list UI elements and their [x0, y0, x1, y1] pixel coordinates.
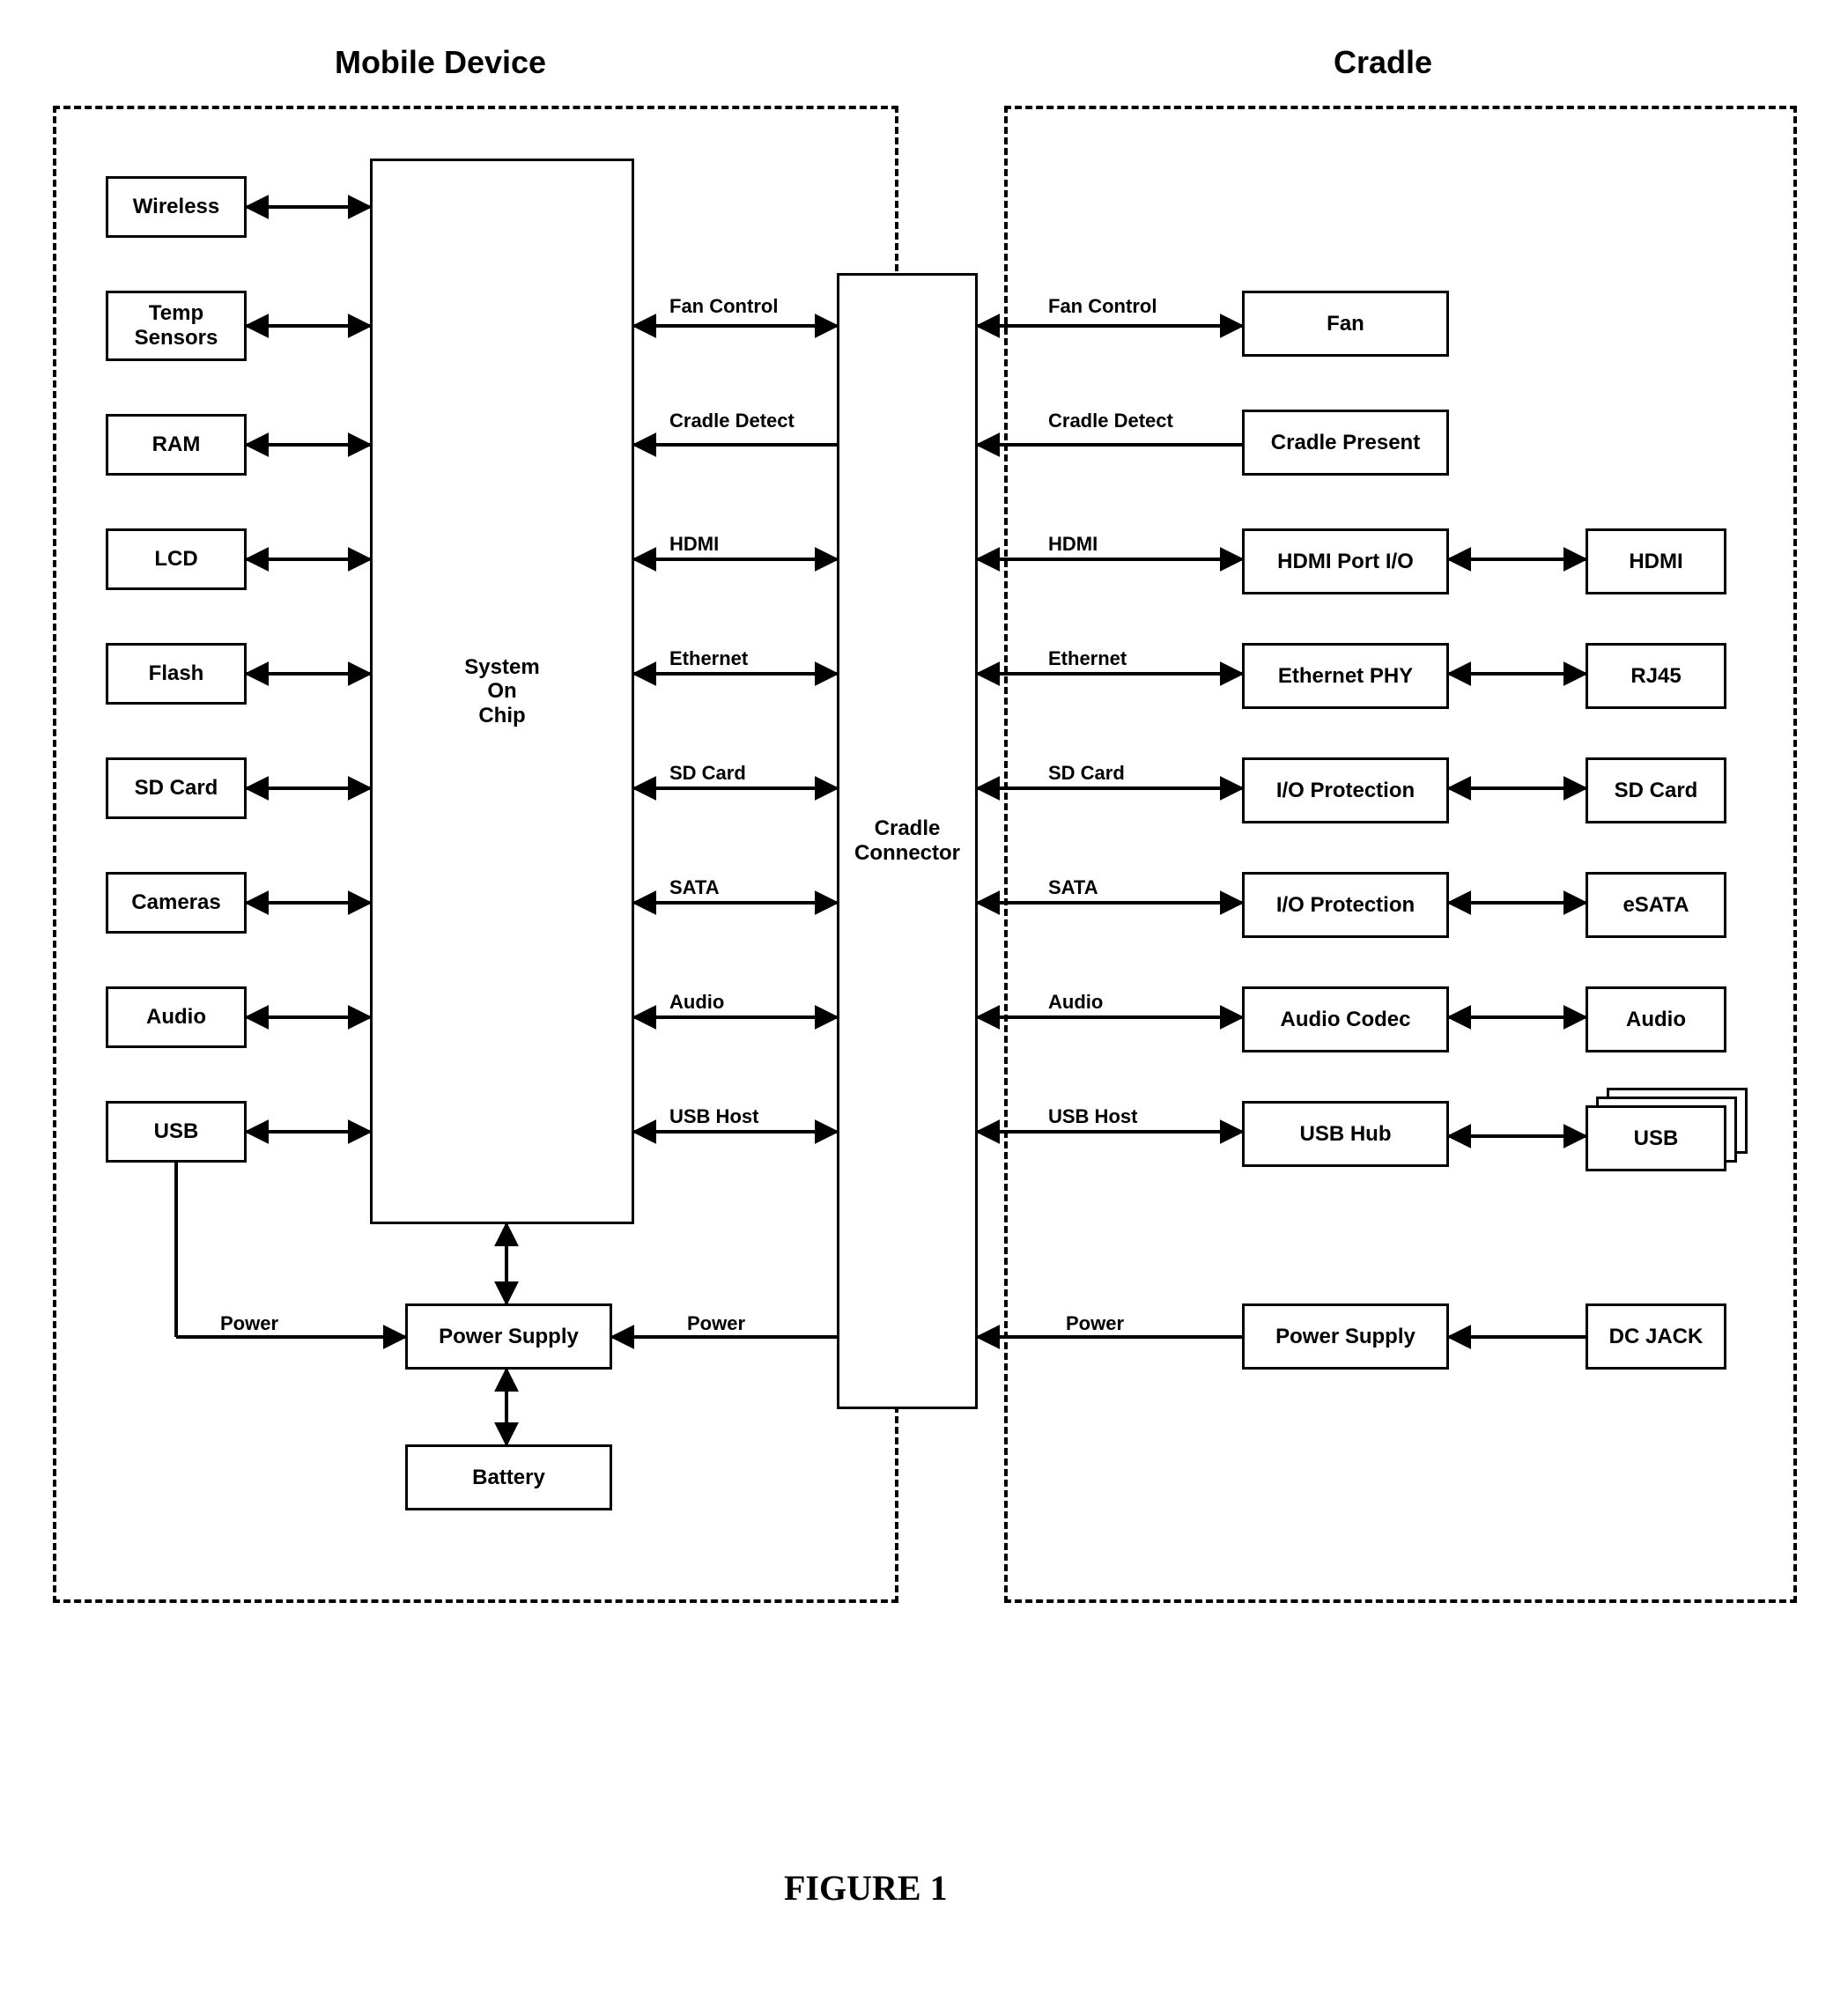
- block-cameras: Cameras: [106, 872, 247, 934]
- cr-hdmi: HDMI: [1586, 528, 1726, 594]
- sig-usb-power: Power: [220, 1312, 278, 1335]
- title-mobile: Mobile Device: [308, 44, 573, 81]
- block-audio: Audio: [106, 986, 247, 1048]
- block-ram: RAM: [106, 414, 247, 476]
- sig-c-eth: Ethernet: [1048, 647, 1127, 670]
- cr-usb-stack: USB: [1586, 1088, 1744, 1176]
- block-flash: Flash: [106, 643, 247, 705]
- cr-esata: eSATA: [1586, 872, 1726, 938]
- sig-m-sd: SD Card: [669, 762, 746, 785]
- cblk-usb-hub: USB Hub: [1242, 1101, 1449, 1167]
- sig-c-power: Power: [1066, 1312, 1124, 1335]
- cblk-cradle-present: Cradle Present: [1242, 410, 1449, 476]
- sig-c-cradle-detect: Cradle Detect: [1048, 410, 1173, 432]
- sig-c-fan: Fan Control: [1048, 295, 1157, 318]
- cr-sdcard: SD Card: [1586, 757, 1726, 823]
- diagram-canvas: Mobile Device Cradle System On Chip Crad…: [35, 35, 1813, 1981]
- cr-rj45: RJ45: [1586, 643, 1726, 709]
- sig-m-eth: Ethernet: [669, 647, 748, 670]
- cr-dcjack: DC JACK: [1586, 1303, 1726, 1370]
- sig-m-fan: Fan Control: [669, 295, 778, 318]
- block-usb: USB: [106, 1101, 247, 1163]
- sig-m-hdmi: HDMI: [669, 533, 719, 556]
- cblk-audio-codec: Audio Codec: [1242, 986, 1449, 1052]
- cblk-hdmi-port: HDMI Port I/O: [1242, 528, 1449, 594]
- sig-c-sd: SD Card: [1048, 762, 1125, 785]
- block-sdcard: SD Card: [106, 757, 247, 819]
- block-wireless: Wireless: [106, 176, 247, 238]
- cblk-ioprot2: I/O Protection: [1242, 872, 1449, 938]
- cr-usb: USB: [1586, 1105, 1726, 1171]
- block-temp-sensors: Temp Sensors: [106, 291, 247, 361]
- sig-m-power: Power: [687, 1312, 745, 1335]
- sig-c-hdmi: HDMI: [1048, 533, 1098, 556]
- cblk-eth-phy: Ethernet PHY: [1242, 643, 1449, 709]
- cradle-connector-block: Cradle Connector: [837, 273, 978, 1409]
- block-power-supply-mobile: Power Supply: [405, 1303, 612, 1370]
- sig-c-usbhost: USB Host: [1048, 1105, 1137, 1128]
- sig-m-cradle-detect: Cradle Detect: [669, 410, 795, 432]
- figure-caption: FIGURE 1: [784, 1867, 948, 1909]
- cblk-ioprot1: I/O Protection: [1242, 757, 1449, 823]
- sig-c-audio: Audio: [1048, 991, 1103, 1014]
- block-battery: Battery: [405, 1444, 612, 1510]
- cblk-power-supply: Power Supply: [1242, 1303, 1449, 1370]
- sig-c-sata: SATA: [1048, 876, 1098, 899]
- sig-m-sata: SATA: [669, 876, 720, 899]
- cblk-fan: Fan: [1242, 291, 1449, 357]
- soc-block: System On Chip: [370, 159, 634, 1224]
- block-lcd: LCD: [106, 528, 247, 590]
- sig-m-usbhost: USB Host: [669, 1105, 758, 1128]
- title-cradle: Cradle: [1295, 44, 1471, 81]
- cr-audio: Audio: [1586, 986, 1726, 1052]
- sig-m-audio: Audio: [669, 991, 724, 1014]
